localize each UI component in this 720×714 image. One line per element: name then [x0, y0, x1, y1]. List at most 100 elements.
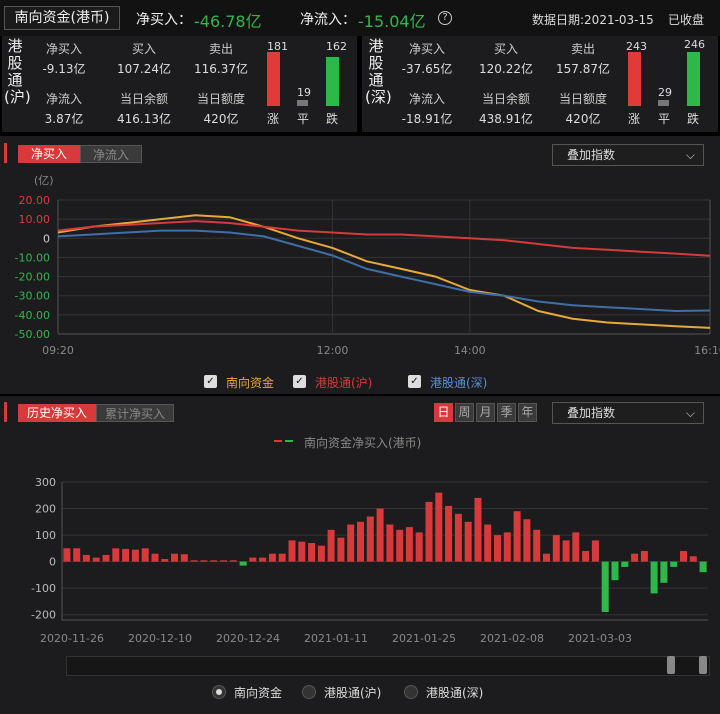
bar: [82, 555, 90, 562]
bar: [405, 527, 413, 562]
bar: [278, 553, 286, 562]
bar: [582, 551, 590, 562]
sz-net-inflow-label: 净流入: [408, 92, 445, 106]
bar: [386, 524, 394, 562]
bar: [464, 521, 472, 562]
bar: [396, 529, 404, 562]
overlay-index-label: 叠加指数: [567, 148, 616, 162]
period-2[interactable]: 月: [476, 403, 495, 422]
history-section-marker: [4, 402, 7, 422]
sz-down-count: 246: [684, 38, 705, 51]
period-4[interactable]: 年: [518, 403, 537, 422]
sh-balance-label: 当日余额: [119, 92, 168, 106]
sz-flat-count: 29: [658, 86, 672, 99]
bar: [268, 553, 276, 562]
bar: [699, 561, 707, 573]
bar: [376, 508, 384, 562]
tab-history-net-buy[interactable]: 历史净买入: [18, 404, 96, 422]
bar: [611, 561, 619, 581]
sh-net-inflow-value: 3.87亿: [44, 112, 84, 126]
sh-buy-label: 买入: [131, 42, 156, 56]
sz-flat-label: 平: [658, 112, 671, 126]
history-overlay-label: 叠加指数: [567, 406, 616, 420]
market-status: 已收盘: [668, 13, 705, 27]
bar: [298, 541, 306, 562]
x-tick-label: 12:00: [317, 344, 349, 357]
bar: [161, 559, 169, 562]
sh-connect-name: 港股通(沪): [4, 37, 31, 106]
history-overlay-dropdown[interactable]: 叠加指数 ⌵: [552, 402, 704, 424]
sz-flat-bar: [658, 100, 669, 106]
y-tick-label: -40.00: [15, 309, 50, 322]
sz-sell-value: 157.87亿: [556, 62, 610, 76]
tab-net-buy[interactable]: 净买入: [18, 145, 80, 163]
sh-net-buy-value: -9.13亿: [42, 62, 86, 76]
bar: [73, 548, 81, 562]
bar: [200, 560, 208, 562]
bar: [337, 537, 345, 562]
intraday-line-chart: (亿) 20.00 10.00 0 -10.00 -20.00 -30.00 -40.00 -5…: [15, 174, 720, 357]
x-tick-label: 14:00: [454, 344, 486, 357]
y-tick-label: 300: [35, 476, 56, 489]
bar: [680, 551, 687, 562]
bar: [474, 497, 482, 562]
bar: [425, 501, 433, 562]
scrubber-left-handle[interactable]: [667, 656, 675, 674]
y-tick-label: 200: [35, 503, 56, 516]
sh-up-bar: [267, 52, 280, 106]
period-3[interactable]: 季: [497, 403, 516, 422]
radio-sz[interactable]: [404, 685, 418, 699]
bar: [533, 529, 541, 562]
period-1[interactable]: 周: [455, 403, 474, 422]
bar: [171, 553, 178, 562]
overlay-index-dropdown[interactable]: 叠加指数 ⌵: [552, 144, 704, 166]
x-tick-label: 2021-01-11: [304, 632, 368, 645]
checkbox-sh-icon[interactable]: ✓: [293, 375, 306, 388]
sh-sell-label: 卖出: [208, 42, 233, 56]
bar: [621, 561, 629, 567]
radio-sh[interactable]: [302, 685, 316, 699]
checkbox-south-icon[interactable]: ✓: [204, 375, 217, 388]
bar: [102, 555, 110, 562]
tab-net-inflow[interactable]: 净流入: [80, 145, 142, 163]
checkbox-sz-icon[interactable]: ✓: [408, 375, 421, 388]
bar: [523, 519, 531, 562]
sh-up-label: 涨: [267, 112, 280, 126]
y-tick-label: 20.00: [19, 194, 51, 207]
period-0[interactable]: 日: [434, 403, 453, 422]
bar: [435, 492, 443, 562]
radio-south[interactable]: [212, 685, 226, 699]
section-marker: [4, 143, 7, 163]
history-bar-chart: 300 200 100 0 -100 -200 2020-11-26 2020-12-10 20…: [31, 476, 708, 645]
sz-buy-value: 120.22亿: [479, 62, 533, 76]
x-tick-label: 2021-01-25: [392, 632, 456, 645]
tab-cumulative-net-buy[interactable]: 累计净买入: [96, 404, 174, 422]
sh-flat-bar: [297, 100, 308, 106]
sz-net-buy-label: 净买入: [408, 42, 445, 56]
bar: [562, 540, 570, 562]
chevron-down-icon: ⌵: [685, 148, 695, 162]
bar: [640, 551, 648, 562]
chevron-down-icon: ⌵: [685, 406, 695, 420]
sz-net-inflow-value: -18.91亿: [401, 112, 453, 126]
x-tick-label: 2020-12-10: [128, 632, 192, 645]
sz-buy-label: 买入: [493, 42, 518, 56]
bar: [92, 557, 100, 562]
southbound-title-tab[interactable]: 南向资金(港币): [4, 6, 120, 30]
unit-label: (亿): [34, 174, 54, 187]
bar: [494, 535, 501, 562]
bar: [650, 561, 658, 594]
net-buy-value: -46.78亿: [194, 12, 262, 31]
bar-legend-label: 南向资金净买入(港币): [304, 436, 422, 450]
bar: [131, 549, 139, 562]
help-icon[interactable]: ?: [438, 11, 452, 25]
legend-south: 南向资金: [226, 376, 275, 390]
range-scrubber[interactable]: [66, 656, 710, 676]
y-tick-label: 0: [43, 232, 50, 245]
bar: [572, 532, 580, 562]
x-tick-label: 2021-03-03: [568, 632, 632, 645]
sh-down-label: 跌: [326, 112, 339, 126]
scrubber-right-handle[interactable]: [699, 656, 707, 674]
legend-dash: [274, 440, 294, 442]
sz-balance-value: 438.91亿: [479, 112, 533, 126]
